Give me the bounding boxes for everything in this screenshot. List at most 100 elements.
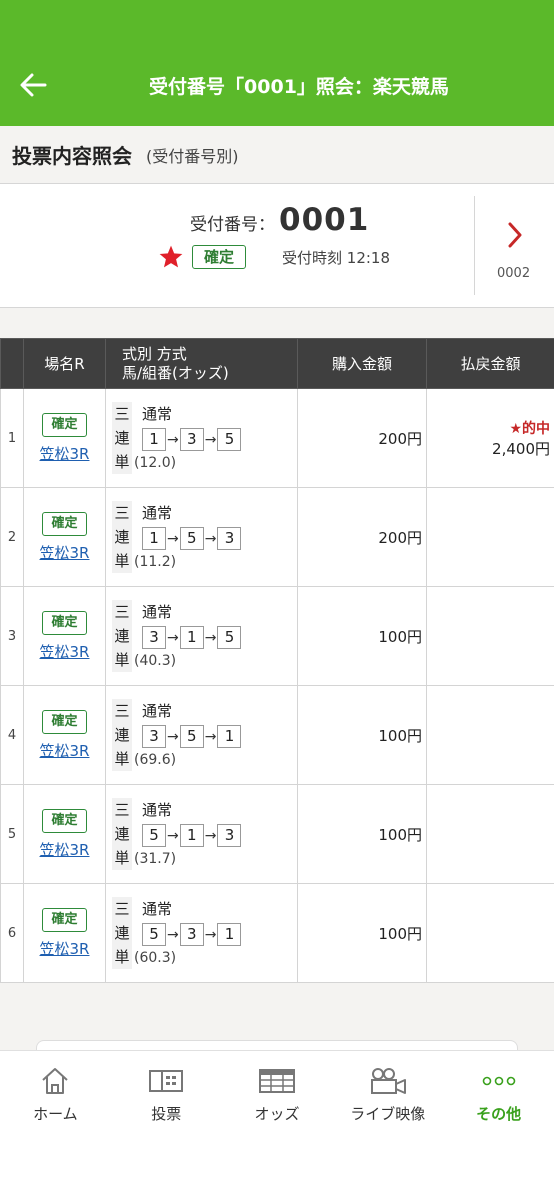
bet-cell: 三 連 単 通常 5 → 1 → 3 (31.7): [105, 784, 298, 884]
bet-cell: 三 連 単 通常 3 → 1 → 5 (40.3): [105, 586, 298, 686]
venue-link[interactable]: 笠松3R: [24, 443, 105, 464]
header-type: 式別 方式 馬/組番(オッズ): [105, 338, 298, 389]
venue-cell: 確定 笠松3R: [23, 883, 106, 983]
bet-kind-char: 単: [114, 453, 130, 471]
bet-kind-char: 連: [114, 726, 130, 744]
bet-cell: 三 連 単 通常 5 → 3 → 1 (60.3): [105, 883, 298, 983]
payout-cell: [426, 586, 554, 686]
horse-number: 3: [217, 824, 242, 847]
arrow-right-icon: →: [167, 530, 179, 547]
arrow-right-icon: →: [167, 827, 179, 844]
bet-cell: 三 連 単 通常 1 → 5 → 3 (11.2): [105, 487, 298, 587]
bet-detail: 通常 5 → 3 → 1 (60.3): [134, 897, 242, 966]
venue-link[interactable]: 笠松3R: [24, 740, 105, 761]
bet-kind: 三 連 単: [112, 600, 132, 672]
odds-table-icon: [258, 1069, 295, 1093]
venue-link[interactable]: 笠松3R: [24, 839, 105, 860]
venue-cell: 確定 笠松3R: [23, 388, 106, 488]
table-row: 4 確定 笠松3R 三 連 単 通常 3 → 5 → 1 (69.6) 100円: [0, 685, 554, 785]
video-camera-icon: [370, 1068, 406, 1094]
section-title-bar: 投票内容照会 (受付番号別): [0, 126, 554, 184]
bet-kind-char: 三: [114, 504, 130, 522]
arrow-right-icon: →: [167, 728, 179, 745]
horse-number: 5: [179, 725, 204, 748]
hit-label: ★的中: [509, 420, 550, 437]
bet-kind-char: 連: [114, 429, 130, 447]
arrow-right-icon: →: [204, 926, 217, 943]
status-badge: 確定: [192, 245, 247, 269]
home-icon: [42, 1068, 69, 1094]
arrow-right-icon: →: [204, 530, 217, 547]
horse-combination: 1 → 3 → 5: [142, 428, 242, 451]
status-badge: 確定: [42, 808, 87, 833]
bet-method: 通常: [142, 603, 173, 621]
horse-number: 5: [217, 428, 242, 451]
table-row: 2 確定 笠松3R 三 連 単 通常 1 → 5 → 3 (11.2) 200円: [0, 487, 554, 587]
bet-kind-char: 連: [114, 924, 130, 942]
odds: (40.3): [134, 653, 177, 669]
receipt-time: 受付時刻 12:18: [282, 248, 391, 267]
horse-number: 5: [217, 626, 242, 649]
header-type-line1: 式別 方式: [122, 344, 187, 363]
nav-odds-label: オッズ: [254, 1105, 300, 1123]
horse-number: 5: [142, 923, 166, 946]
horse-combination: 3 → 5 → 1: [142, 725, 242, 748]
horse-number: 1: [217, 923, 242, 946]
header-amount: 購入金額: [297, 338, 427, 389]
payout-cell: ★的中 2,400円: [426, 388, 554, 488]
odds: (31.7): [134, 851, 177, 867]
arrow-right-icon: →: [204, 728, 217, 745]
amount-cell: 100円: [297, 784, 427, 884]
nav-home[interactable]: ホーム: [0, 1051, 111, 1200]
odds: (12.0): [134, 455, 177, 471]
next-receipt-button[interactable]: 0002: [474, 196, 554, 295]
star-icon[interactable]: [158, 244, 184, 270]
nav-live[interactable]: ライブ映像: [332, 1051, 443, 1200]
receipt-number-row: 受付番号： 0001: [190, 202, 369, 238]
horse-combination: 1 → 5 → 3: [142, 527, 242, 550]
nav-odds[interactable]: オッズ: [222, 1051, 333, 1200]
bet-kind: 三 連 単: [112, 501, 132, 573]
table-row: 6 確定 笠松3R 三 連 単 通常 5 → 3 → 1 (60.3) 100円: [0, 883, 554, 983]
bet-wrap: 三 連 単 通常 3 → 1 → 5 (40.3): [112, 600, 297, 672]
status-badge: 確定: [42, 709, 87, 734]
row-index: 2: [0, 487, 24, 587]
receipt-card: 受付番号： 0001 確定 受付時刻 12:18 0002: [0, 184, 554, 308]
payout-cell: [426, 487, 554, 587]
amount-cell: 200円: [297, 487, 427, 587]
status-bar: [0, 0, 554, 44]
bet-method: 通常: [142, 504, 173, 522]
bet-kind-char: 三: [114, 405, 130, 423]
status-badge: 確定: [42, 907, 87, 932]
bet-cell: 三 連 単 通常 3 → 5 → 1 (69.6): [105, 685, 298, 785]
venue-link[interactable]: 笠松3R: [24, 938, 105, 959]
bet-wrap: 三 連 単 通常 5 → 1 → 3 (31.7): [112, 798, 297, 870]
venue-link[interactable]: 笠松3R: [24, 542, 105, 563]
venue-cell: 確定 笠松3R: [23, 685, 106, 785]
bet-kind-char: 単: [114, 651, 130, 669]
bet-kind: 三 連 単: [112, 402, 132, 474]
back-button[interactable]: [14, 66, 52, 104]
arrow-left-icon: [20, 73, 47, 97]
nav-other[interactable]: その他: [443, 1051, 554, 1200]
horse-number: 1: [142, 428, 166, 451]
next-receipt-number: 0002: [497, 266, 531, 281]
header-title: 受付番号「0001」照会：楽天競馬: [149, 75, 449, 98]
nav-vote[interactable]: 投票: [111, 1051, 222, 1200]
row-index: 1: [0, 388, 24, 488]
nav-vote-label: 投票: [151, 1105, 182, 1123]
more-dots-icon: [482, 1076, 515, 1086]
payout-amount: 2,400円: [492, 439, 550, 458]
arrow-right-icon: →: [167, 926, 179, 943]
bet-method: 通常: [142, 405, 173, 423]
venue-cell: 確定 笠松3R: [23, 784, 106, 884]
row-index: 3: [0, 586, 24, 686]
bet-kind: 三 連 単: [112, 897, 132, 969]
row-index: 4: [0, 685, 24, 785]
venue-link[interactable]: 笠松3R: [24, 641, 105, 662]
horse-number: 3: [142, 725, 166, 748]
horse-combination: 5 → 3 → 1: [142, 923, 242, 946]
bet-wrap: 三 連 単 通常 1 → 5 → 3 (11.2): [112, 501, 297, 573]
bet-kind-char: 単: [114, 552, 130, 570]
odds: (11.2): [134, 554, 177, 570]
